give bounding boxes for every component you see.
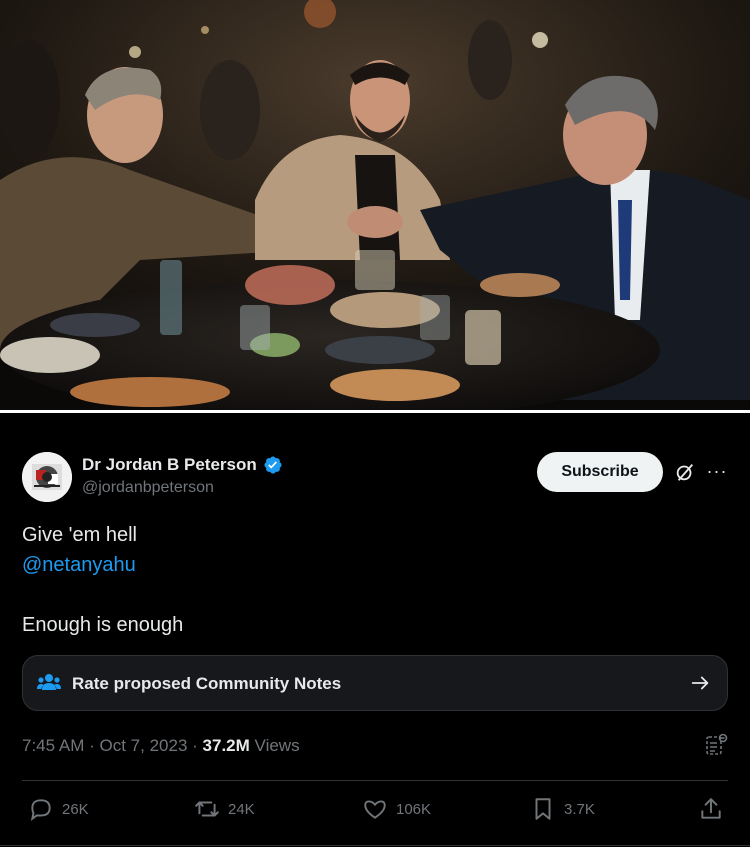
divider-line — [22, 780, 728, 781]
post-image[interactable] — [0, 0, 750, 410]
author-handle[interactable]: @jordanbpeterson — [82, 479, 283, 497]
avatar-image — [22, 452, 72, 502]
like-icon — [364, 800, 386, 819]
grok-icon[interactable] — [674, 461, 696, 483]
post-date[interactable]: Oct 7, 2023 — [100, 736, 188, 755]
meta-separator: · — [89, 736, 95, 755]
action-bar: 26K 24K 106K 3.7K — [0, 796, 750, 826]
people-icon — [37, 672, 61, 694]
reply-button[interactable]: 26K — [28, 796, 89, 822]
repost-button[interactable]: 24K — [194, 796, 255, 822]
community-notes-button[interactable]: Rate proposed Community Notes — [22, 655, 728, 711]
bottom-divider — [0, 845, 750, 846]
share-button[interactable] — [698, 796, 724, 822]
verified-badge-icon[interactable] — [263, 455, 283, 475]
subscribe-button[interactable]: Subscribe — [537, 452, 663, 492]
post: Dr Jordan B Peterson @jordanbpeterson Su… — [0, 413, 750, 847]
author-block: Dr Jordan B Peterson @jordanbpeterson — [82, 455, 283, 497]
post-text-line-3: Enough is enough — [22, 614, 184, 636]
arrow-right-icon — [689, 672, 711, 694]
post-text-line-1: Give 'em hell — [22, 524, 137, 546]
repost-count: 24K — [228, 800, 255, 818]
more-icon[interactable]: ··· — [706, 461, 728, 483]
reply-icon — [30, 799, 51, 822]
like-button[interactable]: 106K — [362, 796, 431, 822]
bookmark-button[interactable]: 3.7K — [530, 796, 595, 822]
repost-icon — [195, 801, 219, 817]
post-time[interactable]: 7:45 AM — [22, 736, 84, 755]
analytics-icon[interactable] — [704, 733, 728, 757]
reply-count: 26K — [62, 800, 89, 818]
community-notes-label: Rate proposed Community Notes — [72, 674, 342, 693]
views-label: Views — [254, 736, 300, 755]
dinner-photo — [0, 0, 750, 410]
views-count: 37.2M — [202, 736, 250, 755]
meta-separator: · — [192, 736, 198, 755]
author-name[interactable]: Dr Jordan B Peterson — [82, 455, 257, 475]
post-meta: 7:45 AM · Oct 7, 2023 · 37.2M Views — [22, 736, 300, 756]
avatar[interactable] — [22, 452, 72, 502]
mention-link[interactable]: @netanyahu — [22, 554, 136, 577]
bookmark-icon — [535, 798, 551, 820]
share-icon — [701, 798, 721, 819]
like-count: 106K — [396, 800, 432, 818]
bookmark-count: 3.7K — [564, 800, 595, 818]
